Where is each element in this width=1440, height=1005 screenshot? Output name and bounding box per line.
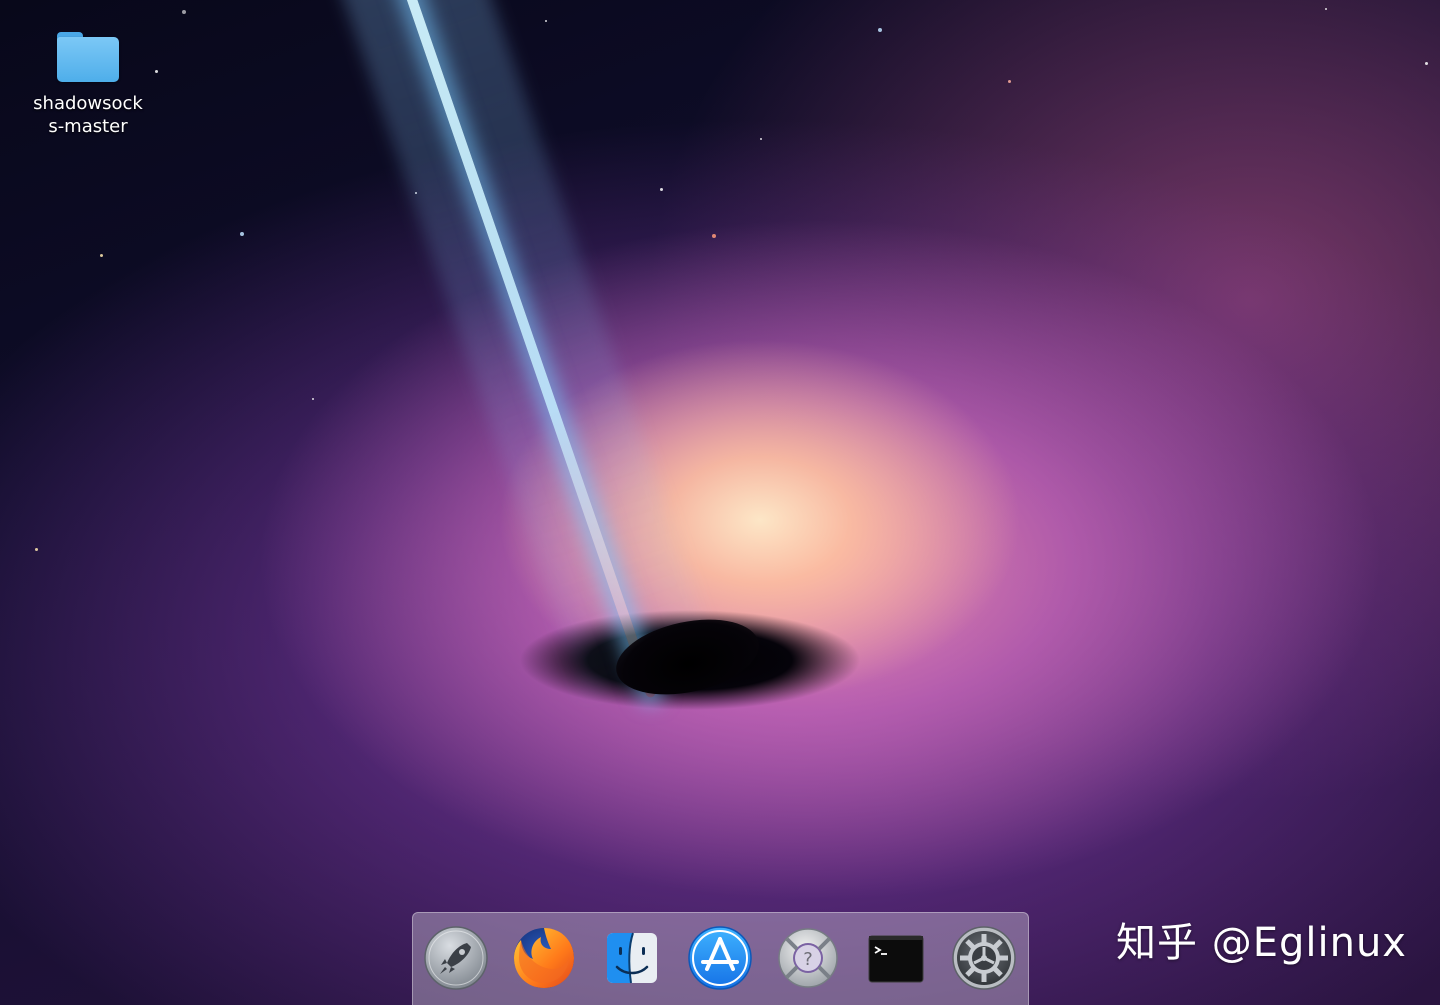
lifebuoy-icon: ? <box>778 928 838 988</box>
dock: ? <box>412 912 1029 1005</box>
dock-finder[interactable] <box>599 925 665 991</box>
app-store-icon <box>688 926 752 990</box>
dock-system-settings[interactable] <box>951 925 1017 991</box>
star <box>1325 8 1327 10</box>
zhihu-watermark: 知乎 @Eglinux <box>1116 920 1407 966</box>
star <box>545 20 547 22</box>
rocket-icon <box>424 926 488 990</box>
star <box>1425 62 1428 65</box>
star <box>1008 80 1011 83</box>
finder-icon <box>607 932 657 984</box>
star <box>760 138 762 140</box>
dock-help[interactable]: ? <box>775 925 841 991</box>
star <box>312 398 314 400</box>
jet-glow <box>330 0 717 698</box>
star <box>712 234 716 238</box>
star <box>240 232 244 236</box>
dock-firefox[interactable] <box>511 925 577 991</box>
star <box>155 70 158 73</box>
star <box>182 10 186 14</box>
star <box>100 254 103 257</box>
terminal-icon <box>868 935 924 983</box>
dock-app-store[interactable] <box>687 925 753 991</box>
star <box>660 188 663 191</box>
star <box>878 28 882 32</box>
folder-icon <box>57 32 119 82</box>
dock-terminal[interactable] <box>863 925 929 991</box>
star <box>35 548 38 551</box>
gear-icon <box>952 926 1016 990</box>
desktop-folder-shadowsocks[interactable]: shadowsocks-master <box>30 32 146 138</box>
dock-launchpad[interactable] <box>423 925 489 991</box>
firefox-icon <box>514 928 574 988</box>
desktop-folder-label: shadowsocks-master <box>33 93 143 137</box>
desktop-wallpaper: shadowsocks-master ? 知乎 @Eglinux <box>0 0 1440 1005</box>
svg-text:?: ? <box>803 949 813 970</box>
